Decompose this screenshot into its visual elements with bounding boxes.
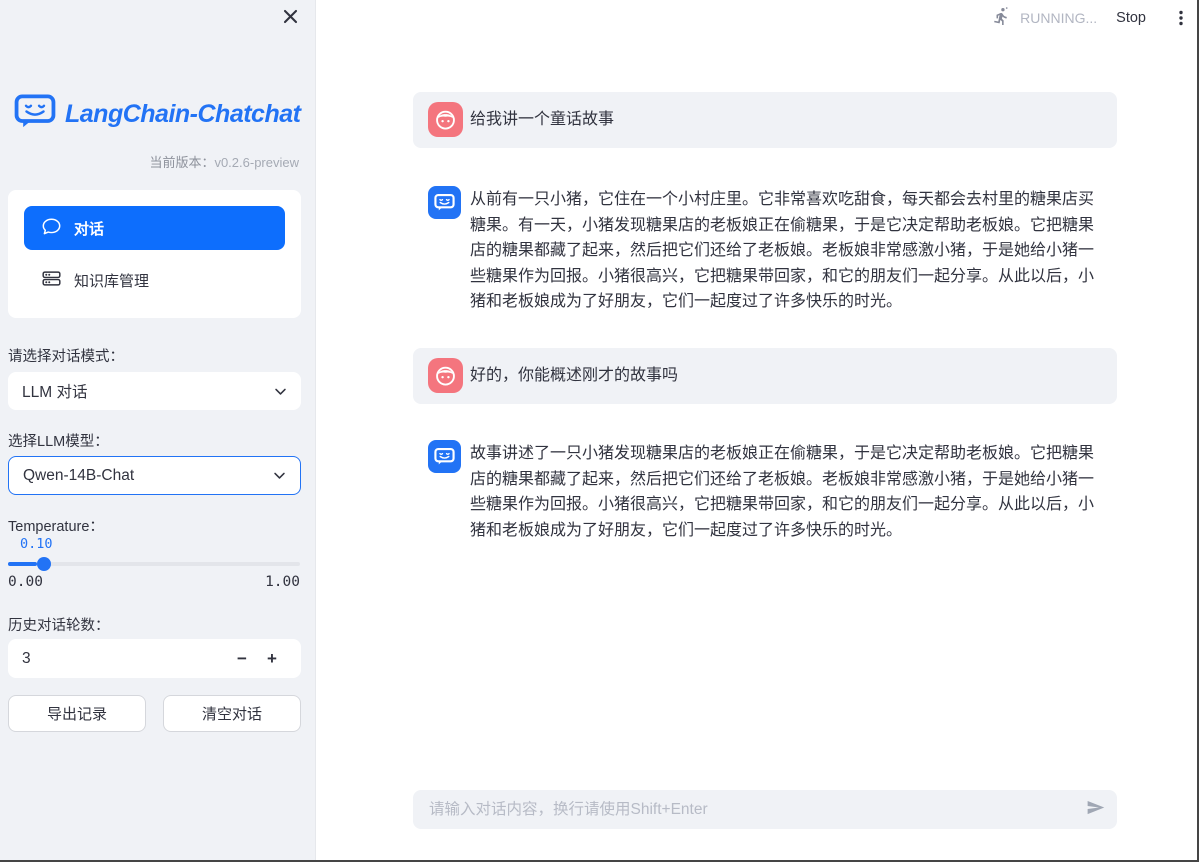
menu-kebab-icon[interactable] <box>1173 9 1189 27</box>
history-turns-label: 历史对话轮数： <box>8 614 110 635</box>
chat-icon <box>42 217 61 240</box>
slider-fill <box>8 562 37 566</box>
llm-model-label: 选择LLM模型： <box>8 430 109 451</box>
llm-model-select[interactable]: Qwen-14B-Chat <box>8 456 301 495</box>
slider-thumb[interactable] <box>37 557 51 571</box>
chat-message-user: 好的，你能概述刚才的故事吗 <box>413 348 1117 404</box>
chat-message-user: 给我讲一个童话故事 <box>413 92 1117 148</box>
message-text: 好的，你能概述刚才的故事吗 <box>470 363 678 389</box>
user-avatar <box>428 102 463 137</box>
sidebar: LangChain-Chatchat 当前版本：v0.2.6-preview 对… <box>0 0 316 862</box>
slider-range: 0.00 1.00 <box>8 574 300 590</box>
app-title: LangChain-Chatchat <box>65 100 300 129</box>
slider-min: 0.00 <box>8 574 43 590</box>
increment-button[interactable]: + <box>257 649 287 669</box>
close-sidebar-button[interactable] <box>280 9 300 29</box>
chat-input-bar <box>413 790 1117 829</box>
message-text: 给我讲一个童话故事 <box>470 107 614 133</box>
message-text: 从前有一只小猪，它住在一个小村庄里。它非常喜欢吃甜食，每天都会去村里的糖果店买糖… <box>470 191 1094 310</box>
slider-track[interactable] <box>8 562 300 566</box>
app-logo: LangChain-Chatchat <box>14 94 300 134</box>
version-info: 当前版本：v0.2.6-preview <box>149 152 299 171</box>
chat-bubble-logo-icon <box>14 94 56 134</box>
sidebar-item-knowledge-base[interactable]: 知识库管理 <box>24 258 285 302</box>
decrement-button[interactable]: − <box>227 649 257 669</box>
send-icon <box>1085 797 1106 823</box>
chat-message-assistant: 故事讲述了一只小猪发现糖果店的老板娘正在偷糖果，于是它决定帮助老板娘。它把糖果店… <box>413 428 1117 556</box>
dialogue-mode-value: LLM 对话 <box>22 380 87 402</box>
clear-dialogue-button[interactable]: 清空对话 <box>163 695 301 732</box>
close-icon <box>282 8 299 30</box>
user-avatar <box>428 358 463 393</box>
dialogue-mode-label: 请选择对话模式： <box>8 345 124 366</box>
version-value: v0.2.6-preview <box>214 155 299 170</box>
history-turns-value[interactable]: 3 <box>22 650 31 668</box>
sidebar-item-label: 知识库管理 <box>74 270 149 291</box>
status-badge: RUNNING... <box>1020 10 1097 26</box>
slider-max: 1.00 <box>265 574 300 590</box>
chevron-down-icon <box>274 385 287 398</box>
stop-button[interactable]: Stop <box>1116 10 1146 26</box>
chat-input[interactable] <box>413 790 1073 829</box>
temperature-label: Temperature： <box>8 515 104 536</box>
assistant-avatar <box>428 186 461 219</box>
history-turns-stepper: 3 − + <box>8 639 301 678</box>
app-header: RUNNING... Stop <box>992 7 1189 29</box>
send-button[interactable] <box>1073 790 1117 829</box>
version-label: 当前版本： <box>149 155 214 170</box>
dialogue-mode-select[interactable]: LLM 对话 <box>8 372 301 410</box>
assistant-avatar <box>428 440 461 473</box>
server-stack-icon <box>42 269 61 292</box>
temperature-value: 0.10 <box>20 536 53 552</box>
sidebar-item-label: 对话 <box>74 218 104 239</box>
chevron-down-icon <box>273 469 286 482</box>
llm-model-value: Qwen-14B-Chat <box>23 467 134 485</box>
sidebar-item-dialogue[interactable]: 对话 <box>24 206 285 250</box>
message-text: 故事讲述了一只小猪发现糖果店的老板娘正在偷糖果，于是它决定帮助老板娘。它把糖果店… <box>470 445 1094 539</box>
temperature-slider[interactable] <box>8 557 300 571</box>
app-window: LangChain-Chatchat 当前版本：v0.2.6-preview 对… <box>0 0 1199 862</box>
chat-message-assistant: 从前有一只小猪，它住在一个小村庄里。它非常喜欢吃甜食，每天都会去村里的糖果店买糖… <box>413 174 1117 328</box>
nav-menu: 对话 知识库管理 <box>8 190 301 318</box>
running-person-icon <box>992 6 1011 30</box>
export-records-button[interactable]: 导出记录 <box>8 695 146 732</box>
